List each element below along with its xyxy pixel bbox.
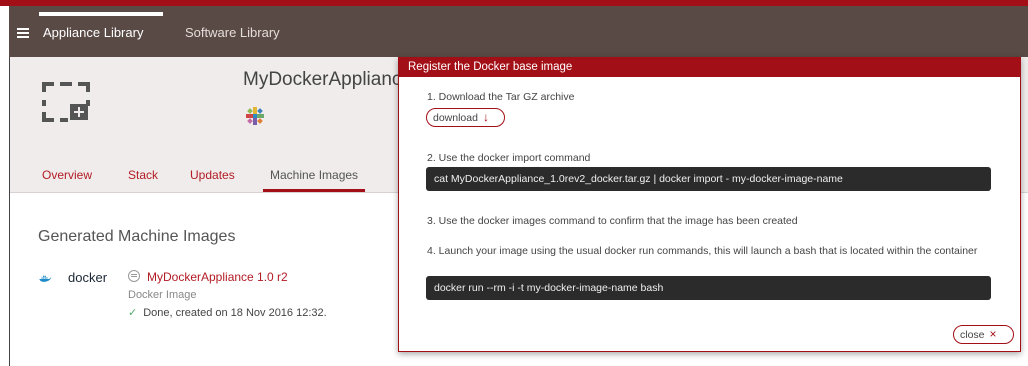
check-icon: ✓ [128,307,138,319]
tab-updates[interactable]: Updates [190,168,235,182]
tab-stack[interactable]: Stack [128,168,158,182]
download-button-label: download [433,112,478,124]
step-4-text: 4. Launch your image using the usual doc… [427,245,978,257]
image-type: Docker Image [128,289,197,301]
download-arrow-icon: ↓ [482,110,489,124]
close-x-icon: × [989,327,997,341]
nav-appliance-library[interactable]: Appliance Library [43,25,143,40]
close-button[interactable]: close × [953,325,1014,344]
appliance-title: MyDockerAppliance [243,69,412,90]
close-button-label: close [960,329,985,341]
download-button[interactable]: download ↓ [426,108,505,127]
run-command-box[interactable]: docker run --rm -i -t my-docker-image-na… [426,276,991,300]
image-name-link[interactable]: MyDockerAppliance 1.0 r2 [128,270,288,284]
image-name[interactable]: MyDockerAppliance 1.0 r2 [147,270,288,284]
tab-overview[interactable]: Overview [42,168,92,182]
modal-title: Register the Docker base image [399,58,1020,77]
nav-active-indicator [39,12,163,16]
hamburger-menu-icon[interactable] [17,28,29,38]
import-command-box[interactable]: cat MyDockerAppliance_1.0rev2_docker.tar… [426,167,991,191]
nav-software-library[interactable]: Software Library [185,25,280,40]
image-status-text: Done, created on 18 Nov 2016 12:32. [143,307,327,319]
image-status: ✓ Done, created on 18 Nov 2016 12:32. [128,306,327,319]
step-2-text: 2. Use the docker import command [427,152,591,164]
step-1-text: 1. Download the Tar GZ archive [427,91,575,103]
docker-logo-text: docker [68,270,108,285]
register-docker-modal: Register the Docker base image 1. Downlo… [398,57,1021,352]
image-list-icon [128,270,140,282]
section-title: Generated Machine Images [38,228,236,245]
tab-machine-images[interactable]: Machine Images [270,168,358,182]
step-3-text: 3. Use the docker images command to conf… [427,215,798,227]
appliance-placeholder-icon [42,82,90,122]
docker-whale-icon [39,275,51,282]
os-logo-icon [246,107,264,125]
top-navbar: Appliance Library Software Library [9,6,1028,57]
